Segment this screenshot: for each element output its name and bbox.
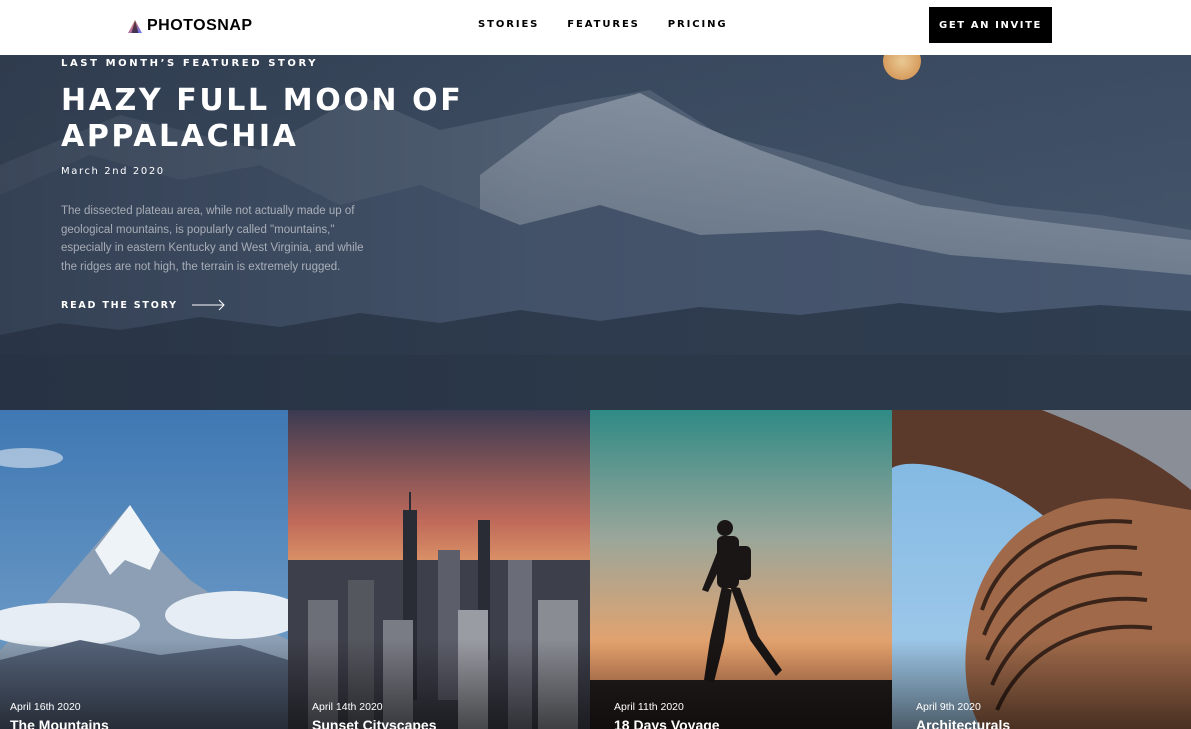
card-shade [590,639,892,729]
card-date: April 14th 2020 [312,701,383,713]
logo[interactable]: PHOTOSNAP [128,17,253,35]
card-date: April 16th 2020 [10,701,81,713]
arrow-right-icon [191,299,225,311]
card-title: Architecturals [916,717,1011,729]
featured-story-hero: LAST MONTH’S FEATURED STORY HAZY FULL MO… [0,55,1191,410]
hero-title-line2: APPALACHIA [61,119,299,154]
hero-title-line1: HAZY FULL MOON OF [61,83,464,118]
nav-features[interactable]: FEATURES [567,19,640,30]
card-date: April 11th 2020 [614,701,684,713]
main-nav: STORIES FEATURES PRICING [478,19,755,30]
read-story-label: READ THE STORY [61,299,178,311]
hero-eyebrow: LAST MONTH’S FEATURED STORY [61,58,319,69]
story-card[interactable]: April 11th 2020 18 Days Voyage [590,410,892,729]
nav-stories[interactable]: STORIES [478,19,539,30]
hero-date: March 2nd 2020 [61,166,165,177]
story-card[interactable]: April 14th 2020 Sunset Cityscapes [288,410,590,729]
card-title: Sunset Cityscapes [312,717,437,729]
nav-pricing[interactable]: PRICING [668,19,728,30]
logo-text: PHOTOSNAP [147,17,253,34]
hero-description: The dissected plateau area, while not ac… [61,205,364,274]
card-title: 18 Days Voyage [614,717,720,729]
story-card[interactable]: April 9th 2020 Architecturals [892,410,1191,729]
card-shade [288,639,590,729]
card-title: The Mountains [10,717,109,729]
story-cards: April 16th 2020 The Mountains April 14th… [0,410,1191,729]
site-header: PHOTOSNAP STORIES FEATURES PRICING GET A… [0,0,1191,55]
hero-title: HAZY FULL MOON OF APPALACHIA [61,83,481,155]
get-invite-button[interactable]: GET AN INVITE [929,7,1052,43]
card-date: April 9th 2020 [916,701,981,713]
card-shade [0,639,288,729]
logo-triangle-icon [128,19,142,33]
card-shade [892,639,1191,729]
read-story-link[interactable]: READ THE STORY [61,299,226,311]
story-card[interactable]: April 16th 2020 The Mountains [0,410,288,729]
